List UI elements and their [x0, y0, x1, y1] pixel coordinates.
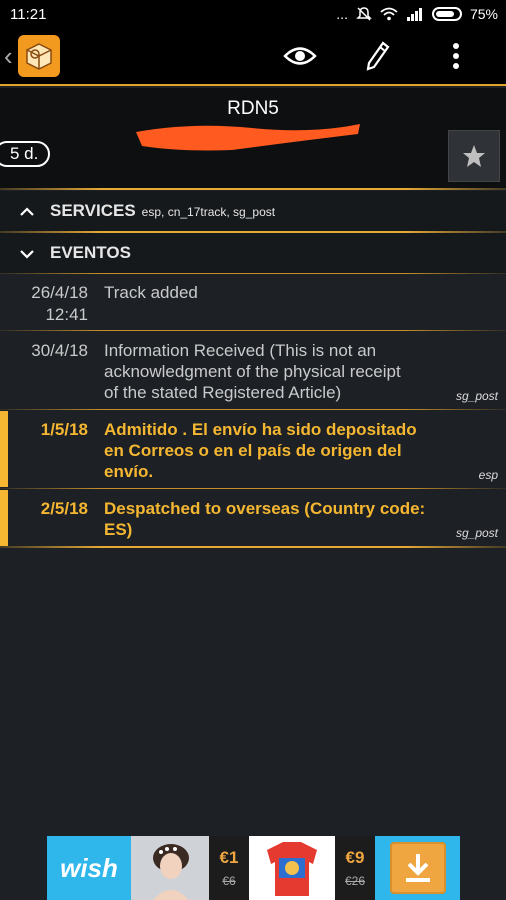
signal-icon: [406, 8, 422, 21]
battery-percent: 75%: [469, 6, 498, 22]
pencil-icon[interactable]: [358, 36, 398, 76]
event-text: Track added: [104, 283, 198, 302]
ad-product-image[interactable]: [249, 836, 335, 900]
notification-muted-icon: [356, 7, 372, 21]
event-text: Information Received (This is not an ack…: [104, 340, 434, 403]
event-text-line: ES): [104, 520, 133, 539]
status-icons: ... 75%: [336, 6, 498, 22]
eventos-label: EVENTOS: [50, 243, 131, 262]
event-text: Admitido . El envío ha sido depositado e…: [104, 419, 434, 482]
tracking-title: RDN5: [227, 98, 279, 119]
ad-product-image[interactable]: [131, 836, 209, 900]
event-text-line: Admitido . El envío ha sido depositado: [104, 420, 417, 439]
wifi-icon: [380, 7, 398, 21]
ad-price-box: €1 €6: [209, 836, 249, 900]
ad-price: €9: [345, 848, 365, 867]
eventos-section[interactable]: EVENTOS: [0, 233, 506, 273]
chevron-down-icon: [20, 243, 42, 264]
event-row[interactable]: 1/5/18 Admitido . El envío ha sido depos…: [0, 411, 506, 487]
event-text-line: Despatched to overseas (Country code:: [104, 499, 426, 518]
status-bar: 11:21 ... 75%: [0, 0, 506, 28]
services-label: SERVICES: [50, 201, 136, 220]
star-icon[interactable]: [448, 130, 500, 182]
event-text: Despatched to overseas (Country code: ES…: [104, 498, 434, 540]
ad-price-box: €9 €26: [335, 836, 375, 900]
more-vert-icon[interactable]: [436, 36, 476, 76]
event-text-line: envío.: [104, 462, 154, 481]
event-source: sg_post: [455, 389, 498, 403]
event-date: 30/4/18: [31, 341, 88, 360]
event-date: 2/5/18: [40, 499, 88, 518]
divider: [0, 546, 506, 548]
event-source: sg_post: [455, 526, 498, 540]
ad-price: €1: [219, 848, 239, 867]
services-sources: esp, cn_17track, sg_post: [141, 205, 276, 219]
event-text-line: of the stated Registered Article): [104, 383, 342, 402]
chevron-up-icon: [20, 201, 42, 222]
status-dots: ...: [336, 6, 348, 22]
download-icon: [389, 842, 446, 894]
tracking-header: RDN5 5 d.: [0, 88, 506, 188]
ad-old-price: €6: [222, 874, 236, 888]
divider: [0, 409, 506, 410]
package-icon[interactable]: [18, 35, 60, 77]
days-badge: 5 d.: [0, 141, 51, 167]
event-source: esp: [478, 468, 498, 482]
battery-icon: [431, 7, 462, 21]
event-row[interactable]: 2/5/18 Despatched to overseas (Country c…: [0, 490, 506, 546]
redaction-scribble: [136, 124, 360, 151]
toolbar: ‹: [0, 28, 506, 86]
event-text-line: en Correos o en el país de origen del: [104, 441, 402, 460]
status-time: 11:21: [10, 5, 47, 23]
toolbar-actions: [280, 36, 476, 76]
event-date: 1/5/18: [40, 420, 88, 439]
eye-icon[interactable]: [280, 36, 320, 76]
ad-download-button[interactable]: [375, 836, 460, 900]
event-text-line: acknowledgment of the physical receipt: [104, 362, 401, 381]
chevron-left-icon[interactable]: ‹: [4, 41, 16, 72]
event-row[interactable]: 26/4/18 12:41 Track added: [0, 274, 506, 330]
event-text-line: Information Received (This is not an: [104, 341, 377, 360]
ad-banner[interactable]: wish €1 €6 €9 €26: [47, 836, 460, 900]
event-row[interactable]: 30/4/18 Information Received (This is no…: [0, 331, 506, 409]
services-section[interactable]: SERVICES esp, cn_17track, sg_post: [0, 191, 506, 231]
divider: [0, 188, 506, 190]
event-time: 12:41: [45, 305, 88, 324]
ad-old-price: €26: [344, 874, 366, 888]
divider: [0, 488, 506, 489]
ad-brand-logo[interactable]: wish: [47, 836, 131, 900]
event-date: 26/4/18: [31, 283, 88, 302]
